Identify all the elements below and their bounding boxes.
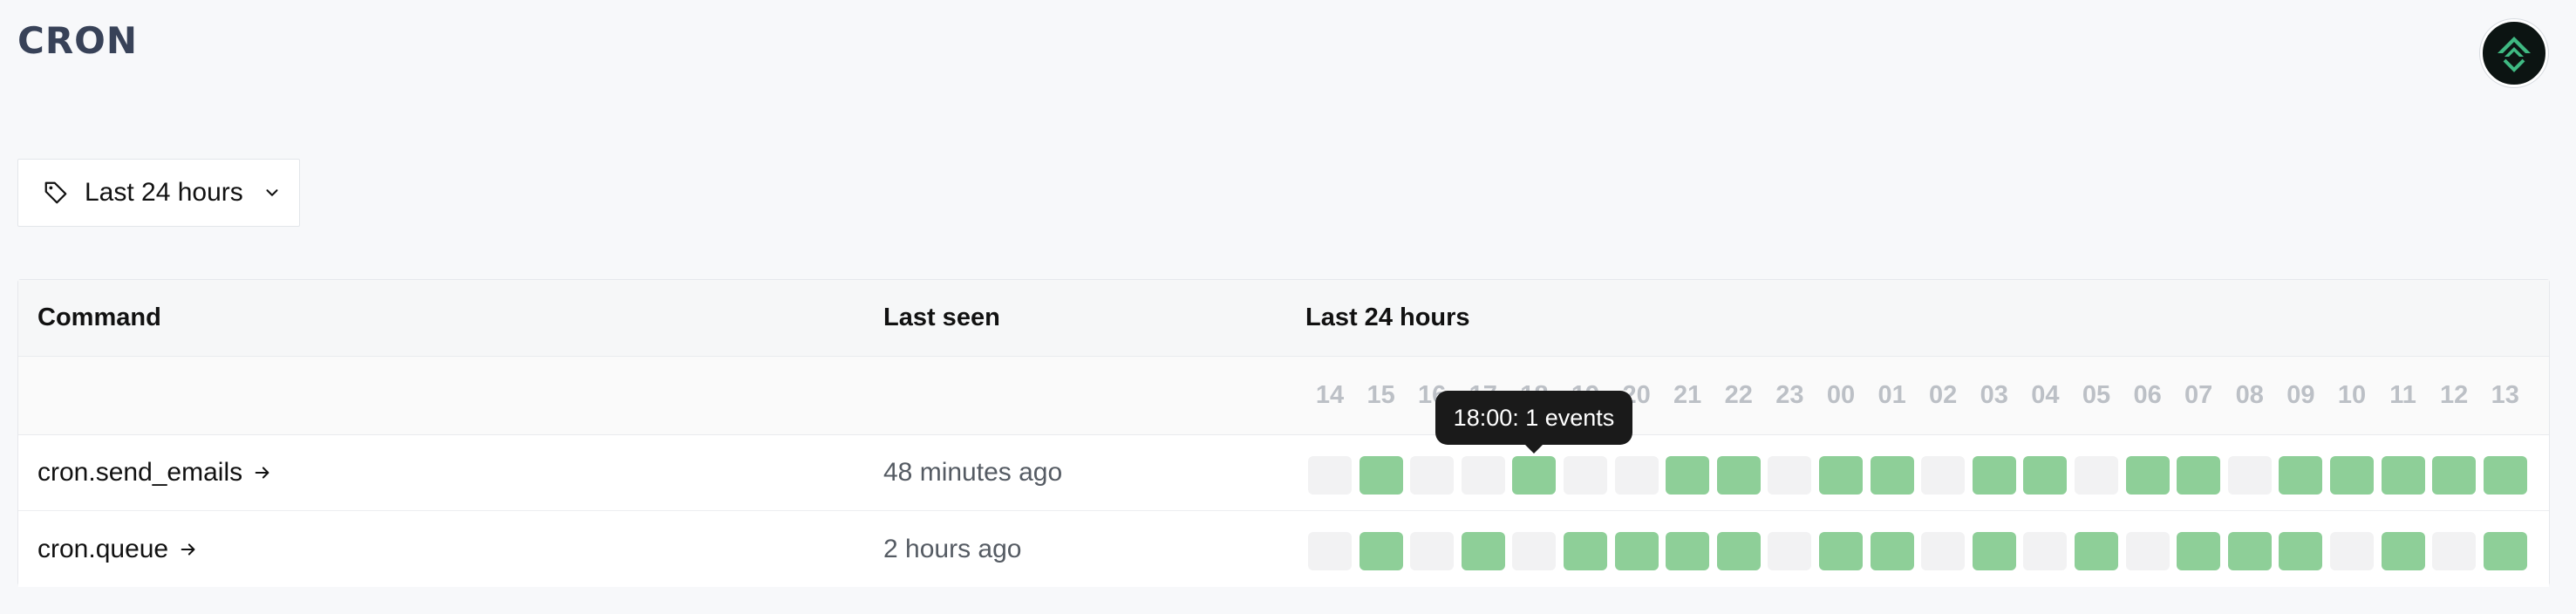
activity-cell-active[interactable] (1512, 456, 1557, 495)
activity-cell-active[interactable] (2075, 532, 2118, 570)
time-range-label: Last 24 hours (85, 178, 243, 207)
activity-cell-empty[interactable] (1410, 532, 1455, 570)
page-title: CRON (17, 19, 139, 62)
command-link-send-emails[interactable]: cron.send_emails (37, 458, 272, 488)
hour-label: 21 (1673, 381, 1702, 409)
hours-row: 1415161718192021222300010203040506070809… (18, 357, 2549, 435)
activity-cell-active[interactable] (2279, 456, 2323, 495)
table-row: cron.send_emails 48 minutes ago (18, 435, 2549, 511)
table-row: cron.queue 2 hours ago (18, 511, 2549, 587)
hour-label: 09 (2286, 381, 2315, 409)
activity-cell-active[interactable] (2177, 532, 2221, 570)
activity-cell-empty[interactable] (2075, 456, 2118, 495)
table-header-row: Command Last seen Last 24 hours (18, 280, 2549, 357)
hour-label: 23 (1775, 381, 1804, 409)
activity-cell-active[interactable] (1359, 456, 1403, 495)
activity-cell-empty[interactable] (1512, 532, 1557, 570)
activity-cell-active[interactable] (1666, 532, 1710, 570)
activity-cell-empty[interactable] (2330, 532, 2374, 570)
hour-label: 12 (2440, 381, 2469, 409)
hour-label: 01 (1877, 381, 1906, 409)
activity-cell-empty[interactable] (1461, 456, 1505, 495)
hour-label: 00 (1826, 381, 1856, 409)
avatar[interactable] (2480, 19, 2548, 87)
activity-cell-empty[interactable] (1768, 456, 1812, 495)
time-range-dropdown[interactable]: Last 24 hours (17, 159, 300, 227)
activity-cell-active[interactable] (2279, 532, 2323, 570)
activity-cell-active[interactable] (2125, 456, 2170, 495)
hour-label: 11 (2389, 381, 2416, 409)
activity-cell-empty[interactable] (1921, 456, 1966, 495)
hour-label: 03 (1980, 381, 2008, 409)
activity-cell-active[interactable] (2432, 456, 2477, 495)
activity-cell-active[interactable] (2023, 456, 2068, 495)
activity-cell-active[interactable] (1819, 456, 1863, 495)
activity-cell-active[interactable] (2177, 456, 2221, 495)
activity-cell-empty[interactable] (1768, 532, 1812, 570)
activity-cell-active[interactable] (1359, 532, 1403, 570)
activity-cell-active[interactable] (1870, 532, 1914, 570)
activity-cell-active[interactable] (1614, 532, 1659, 570)
activity-cell-active[interactable] (2381, 532, 2425, 570)
activity-cell-empty[interactable] (2432, 532, 2477, 570)
column-header-command: Command (37, 304, 161, 331)
activity-cell-active[interactable] (1716, 456, 1761, 495)
arrow-right-icon (181, 542, 195, 556)
activity-tooltip: 18:00: 1 events (1435, 391, 1632, 454)
activity-cell-active[interactable] (2381, 456, 2425, 495)
column-header-last-seen: Last seen (883, 304, 1000, 331)
arrow-right-icon (255, 467, 269, 479)
tag-icon (44, 181, 67, 204)
command-name: cron.queue (37, 534, 169, 563)
activity-cell-active[interactable] (2483, 532, 2527, 570)
last-seen-value: 2 hours ago (883, 534, 1022, 563)
hour-label: 04 (2031, 381, 2060, 409)
activity-cell-empty[interactable] (1921, 532, 1966, 570)
activity-cell-active[interactable] (1716, 532, 1761, 570)
hour-label: 22 (1724, 381, 1753, 409)
hour-label: 07 (2184, 381, 2213, 409)
column-header-activity: Last 24 hours (1305, 304, 1470, 331)
activity-cell-active[interactable] (2330, 456, 2374, 495)
hour-label: 13 (2491, 381, 2519, 409)
activity-cell-empty[interactable] (1410, 456, 1455, 495)
activity-cell-empty[interactable] (2023, 532, 2068, 570)
cron-table: Command Last seen Last 24 hours 14151617… (17, 279, 2550, 587)
activity-cell-empty[interactable] (1308, 456, 1352, 495)
activity-cell-active[interactable] (1819, 532, 1863, 570)
activity-cell-active[interactable] (1972, 456, 2016, 495)
activity-cell-empty[interactable] (2125, 532, 2170, 570)
activity-cell-empty[interactable] (2227, 456, 2272, 495)
activity-cell-active[interactable] (1666, 456, 1710, 495)
activity-cell-active[interactable] (2483, 456, 2527, 495)
hour-label: 05 (2082, 381, 2111, 409)
activity-cell-empty[interactable] (1564, 456, 1607, 495)
command-name: cron.send_emails (37, 458, 243, 487)
chevron-down-icon (266, 189, 278, 196)
activity-cell-active[interactable] (1870, 456, 1914, 495)
hour-label: 08 (2235, 381, 2264, 409)
activity-cell-active[interactable] (2227, 532, 2272, 570)
tooltip-arrow (1523, 443, 1544, 454)
last-seen-value: 48 minutes ago (883, 458, 1063, 487)
hour-label: 06 (2133, 381, 2162, 409)
activity-cell-empty[interactable] (1308, 532, 1352, 570)
activity-cell-active[interactable] (1564, 532, 1607, 570)
hour-label: 02 (1929, 381, 1958, 409)
hour-label: 14 (1315, 381, 1345, 409)
logo-icon (2498, 37, 2531, 72)
activity-cell-empty[interactable] (1614, 456, 1659, 495)
command-link-queue[interactable]: cron.queue (37, 535, 198, 564)
activity-cell-active[interactable] (1972, 532, 2016, 570)
activity-cell-active[interactable] (1461, 532, 1505, 570)
tooltip-text: 18:00: 1 events (1453, 404, 1615, 431)
hour-label: 15 (1366, 381, 1395, 409)
hour-label: 10 (2337, 381, 2367, 409)
